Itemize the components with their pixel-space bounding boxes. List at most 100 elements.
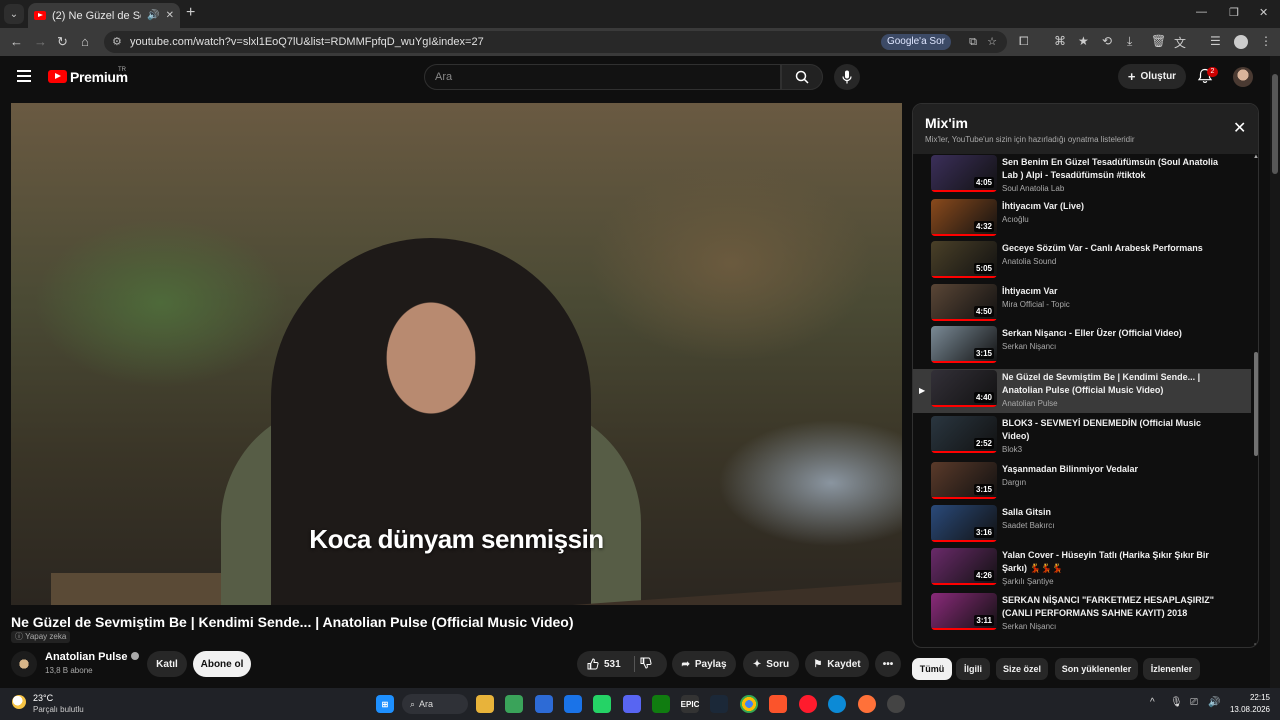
- file-explorer-icon[interactable]: [476, 695, 494, 713]
- mix-item[interactable]: ▶ 4:40 Ne Güzel de Sevmiştim Be | Kendimi …: [913, 369, 1251, 413]
- opera-icon[interactable]: [799, 695, 817, 713]
- extension-puzzle-icon[interactable]: ⌘: [1054, 34, 1066, 48]
- menu-dots-icon[interactable]: ⋮: [1260, 34, 1272, 48]
- bookmarks-icon[interactable]: ★: [1078, 34, 1089, 48]
- window-close-button[interactable]: ✕: [1259, 6, 1268, 19]
- filter-chip[interactable]: Tümü: [912, 658, 952, 680]
- app-icon-green[interactable]: [505, 695, 523, 713]
- brave-icon[interactable]: [769, 695, 787, 713]
- subscribe-button[interactable]: Abone ol: [193, 651, 251, 677]
- taskbar-clock[interactable]: 22:15 13.08.2026: [1228, 692, 1270, 716]
- mix-item[interactable]: 4:32 İhtiyacım Var (Live) Acıoğlu: [913, 198, 1251, 242]
- site-info-icon[interactable]: ⚙: [112, 31, 122, 53]
- mix-item[interactable]: 4:26 Yalan Cover - Hüseyin Tatlı (Harika …: [913, 547, 1251, 591]
- youtube-logo-icon[interactable]: [48, 70, 67, 83]
- mix-item-thumbnail[interactable]: 4:50: [931, 284, 997, 321]
- discord-icon[interactable]: [623, 695, 641, 713]
- extensions-icon[interactable]: ⧠: [1019, 34, 1029, 49]
- mix-item[interactable]: 3:16 Salla Gitsin Saadet Bakırcı: [913, 504, 1251, 548]
- mix-item[interactable]: 5:05 Geceye Sözüm Var - Canlı Arabesk Per…: [913, 240, 1251, 284]
- video-player[interactable]: Koca dünyam senmişsin: [11, 103, 902, 605]
- mix-item-thumbnail[interactable]: 4:40: [931, 370, 997, 407]
- page-scrollbar[interactable]: [1270, 56, 1280, 688]
- voice-search-button[interactable]: [834, 64, 860, 90]
- mix-item-thumbnail[interactable]: 2:52: [931, 416, 997, 453]
- menu-hamburger-icon[interactable]: [17, 70, 31, 82]
- thumbs-down-icon[interactable]: [640, 657, 652, 669]
- trash-icon[interactable]: 🗑: [1151, 34, 1166, 48]
- speaker-icon[interactable]: 🔊: [147, 10, 159, 21]
- mic-tray-icon[interactable]: 🎙: [1170, 697, 1183, 708]
- mix-item-thumbnail[interactable]: 3:15: [931, 326, 997, 363]
- steam-icon[interactable]: [710, 695, 728, 713]
- mix-close-icon[interactable]: ✕: [1233, 121, 1246, 137]
- channel-name[interactable]: Anatolian Pulse: [45, 651, 139, 663]
- epic-games-icon[interactable]: EPIC: [681, 695, 699, 713]
- mix-scrollbar[interactable]: ▲ ▼: [1253, 154, 1258, 647]
- mix-item-thumbnail[interactable]: 3:16: [931, 505, 997, 542]
- scroll-down-icon[interactable]: ▼: [1253, 643, 1258, 647]
- mail-icon[interactable]: [564, 695, 582, 713]
- profile-avatar[interactable]: [1234, 35, 1248, 49]
- history-icon[interactable]: ⟲: [1102, 34, 1112, 48]
- network-icon[interactable]: ⎚: [1190, 697, 1198, 708]
- minimize-button[interactable]: —: [1196, 6, 1207, 18]
- translate-icon[interactable]: 文: [1174, 34, 1186, 51]
- app-icon-gear[interactable]: [887, 695, 905, 713]
- mix-item-thumbnail[interactable]: 3:15: [931, 462, 997, 499]
- channel-avatar[interactable]: [11, 651, 37, 677]
- volume-icon[interactable]: 🔊: [1208, 697, 1220, 708]
- filter-chip[interactable]: İlgili: [956, 658, 990, 680]
- maximize-button[interactable]: ❐: [1229, 6, 1239, 19]
- share-button[interactable]: ➦ Paylaş: [672, 651, 736, 677]
- filter-chip[interactable]: İzlenenler: [1143, 658, 1200, 680]
- search-input[interactable]: Ara: [424, 64, 781, 90]
- back-icon[interactable]: ←: [10, 34, 23, 49]
- forward-icon[interactable]: →: [34, 34, 47, 49]
- mix-item[interactable]: 3:15 Yaşanmadan Bilinmiyor Vedalar Dargın: [913, 461, 1251, 505]
- create-button[interactable]: + Oluştur: [1118, 64, 1186, 89]
- tab-close-icon[interactable]: ✕: [166, 10, 174, 21]
- page-scroll-thumb[interactable]: [1272, 74, 1278, 174]
- mix-item-thumbnail[interactable]: 4:26: [931, 548, 997, 585]
- home-icon[interactable]: ⌂: [81, 34, 89, 49]
- ask-button[interactable]: ✦ Soru: [743, 651, 799, 677]
- chrome-icon[interactable]: [740, 695, 758, 713]
- filter-chip[interactable]: Size özel: [996, 658, 1048, 680]
- mix-item[interactable]: 4:05 Sen Benim En Güzel Tesadüfümsün (Sou…: [913, 154, 1251, 198]
- reload-icon[interactable]: ↻: [57, 34, 68, 50]
- edge-icon[interactable]: [828, 695, 846, 713]
- like-button[interactable]: 531: [587, 651, 621, 677]
- mix-item-thumbnail[interactable]: 4:32: [931, 199, 997, 236]
- search-button[interactable]: [781, 64, 823, 90]
- store-icon[interactable]: [535, 695, 553, 713]
- tray-overflow-icon[interactable]: ^: [1150, 697, 1155, 708]
- join-button[interactable]: Katıl: [147, 651, 187, 677]
- save-button[interactable]: ⚑ Kaydet: [805, 651, 869, 677]
- account-avatar[interactable]: [1233, 67, 1253, 87]
- browser-tab[interactable]: (2) Ne Güzel de Sevmiştim Be 🔊 ✕: [28, 3, 180, 28]
- mix-item-thumbnail[interactable]: 5:05: [931, 241, 997, 278]
- taskbar-search[interactable]: ⌕ Ara: [402, 694, 468, 714]
- filter-chip[interactable]: Son yüklenenler: [1055, 658, 1138, 680]
- firefox-icon[interactable]: [858, 695, 876, 713]
- mix-item[interactable]: 2:52 BLOK3 - SEVMEYİ DENEMEDİN (Official …: [913, 415, 1251, 459]
- new-tab-button[interactable]: +: [186, 4, 195, 22]
- downloads-icon[interactable]: ⤓: [1127, 34, 1132, 49]
- mix-item[interactable]: 3:15 Serkan Nişancı - Eller Üzer (Officia…: [913, 325, 1251, 369]
- whatsapp-icon[interactable]: [593, 695, 611, 713]
- mix-scroll-thumb[interactable]: [1254, 352, 1258, 456]
- bookmark-star-icon[interactable]: ☆: [987, 31, 997, 53]
- weather-icon[interactable]: [12, 695, 26, 709]
- tab-search-button[interactable]: ⌄: [4, 4, 24, 24]
- xbox-icon[interactable]: [652, 695, 670, 713]
- url-field[interactable]: ⚙ youtube.com/watch?v=slxl1EoQ7lU&list=R…: [104, 31, 1007, 53]
- reading-list-icon[interactable]: ☰: [1210, 34, 1221, 48]
- mix-item-thumbnail[interactable]: 3:11: [931, 593, 997, 630]
- mix-item-thumbnail[interactable]: 4:05: [931, 155, 997, 192]
- scroll-up-icon[interactable]: ▲: [1253, 154, 1258, 160]
- google-ask-button[interactable]: Google'a Sor: [880, 34, 951, 50]
- mix-item[interactable]: 4:50 İhtiyacım Var Mira Official - Topic: [913, 283, 1251, 327]
- windows-start-icon[interactable]: ⊞: [376, 695, 394, 713]
- mix-item[interactable]: 3:11 SERKAN NİŞANCI "FARKETMEZ HESAPLAŞIR…: [913, 592, 1251, 636]
